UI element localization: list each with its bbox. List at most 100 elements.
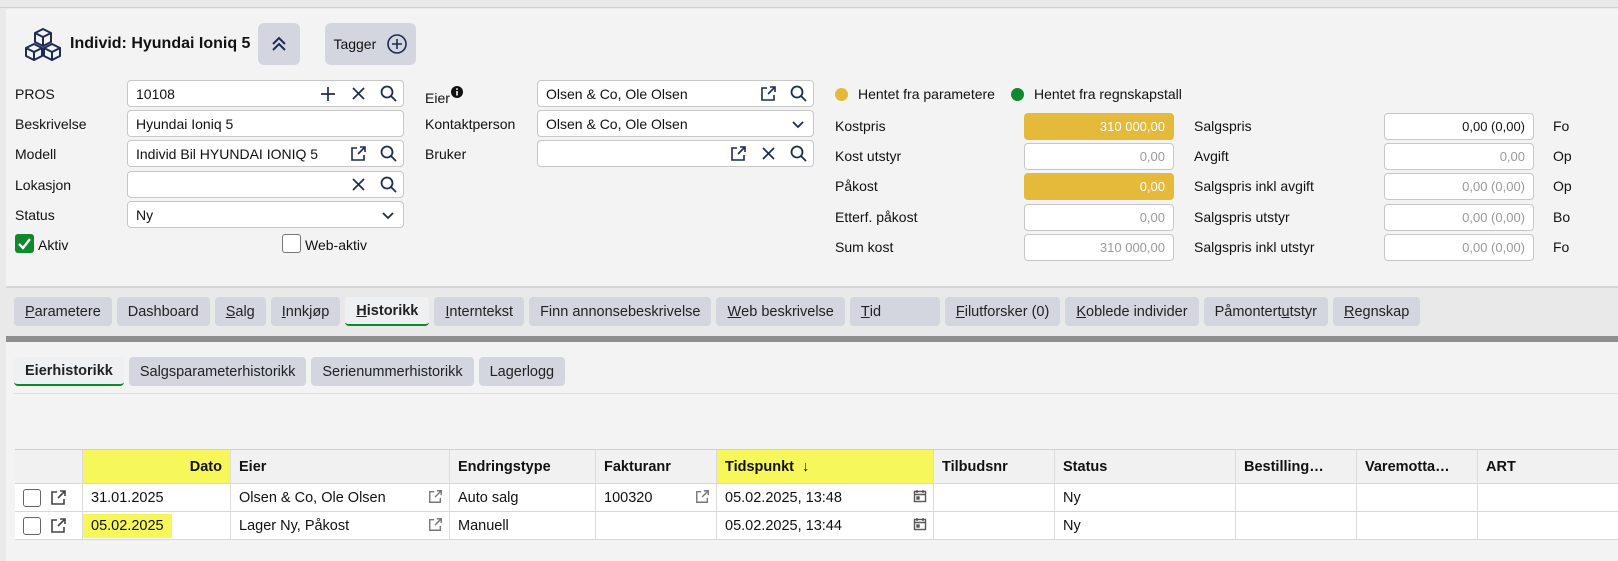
bruker-field[interactable]	[537, 140, 814, 167]
open-external-icon[interactable]	[50, 489, 67, 506]
table-row[interactable]: 05.02.2025 Lager Ny, Påkost Manuell 05.0…	[15, 512, 1618, 540]
search-icon[interactable]	[783, 81, 813, 106]
subtab-salgsparameterhistorikk[interactable]: Salgsparameterhistorikk	[128, 357, 307, 386]
salgspris-inkl-utstyr-label: Salgspris inkl utstyr	[1194, 239, 1315, 255]
salgspris-label: Salgspris	[1194, 118, 1252, 134]
tab-koblede-individer[interactable]: Koblede individer	[1065, 297, 1199, 326]
tab-tid[interactable]: Tid	[849, 297, 940, 326]
aktiv-label: Aktiv	[38, 237, 69, 253]
chevron-down-icon[interactable]	[373, 202, 403, 227]
etterf-pakost-field[interactable]: 0,00	[1024, 204, 1174, 231]
open-external-icon[interactable]	[50, 517, 67, 534]
status-value: Ny	[136, 206, 154, 223]
cell-art	[1478, 484, 1618, 511]
search-icon[interactable]	[373, 172, 403, 197]
tab-salg[interactable]: Salg	[214, 297, 266, 326]
chevron-down-icon[interactable]	[783, 111, 813, 136]
column-header-eier[interactable]: Eier	[231, 450, 450, 483]
subtab-eierhistorikk[interactable]: Eierhistorikk	[14, 357, 124, 386]
beskrivelse-value: Hyundai Ioniq 5	[136, 115, 234, 132]
tab-parametere[interactable]: Parametere	[14, 297, 112, 326]
table-row[interactable]: 31.01.2025 Olsen & Co, Ole Olsen Auto sa…	[15, 484, 1618, 512]
tab-pamontert-utstyr[interactable]: Påmontert u tstyr	[1203, 297, 1328, 326]
pakost-field[interactable]: 0,00	[1024, 173, 1174, 200]
status-select[interactable]: Ny	[127, 201, 404, 228]
edge-label: Bo	[1553, 209, 1571, 225]
kostutstyr-field[interactable]: 0,00	[1024, 143, 1174, 170]
tab-regnskap[interactable]: Regnskap	[1332, 297, 1421, 326]
search-icon[interactable]	[373, 81, 403, 106]
pros-field[interactable]: 10108	[127, 80, 404, 107]
top-strip	[0, 0, 1618, 8]
subtab-serienummerhistorikk[interactable]: Serienummerhistorikk	[311, 357, 474, 386]
column-header-tidspunkt[interactable]: Tidspunkt ↓	[717, 450, 934, 483]
cell-bestilling	[1236, 484, 1357, 511]
calendar-icon[interactable]	[913, 489, 927, 503]
open-external-icon[interactable]	[428, 517, 443, 532]
kostpris-field[interactable]: 310 000,00	[1024, 113, 1174, 140]
row-actions	[15, 484, 83, 511]
open-external-icon[interactable]	[753, 81, 783, 106]
open-external-icon[interactable]	[428, 489, 443, 504]
subtab-lagerlogg[interactable]: Lagerlogg	[478, 357, 566, 386]
page-title: Individ: Hyundai Ioniq 5	[70, 35, 251, 52]
modell-label: Modell	[15, 146, 57, 162]
row-checkbox[interactable]	[23, 516, 41, 535]
row-checkbox[interactable]	[23, 488, 41, 507]
plus-circle-icon	[387, 34, 408, 54]
lokasjon-field[interactable]	[127, 171, 404, 198]
tab-finn-annonsebeskrivelse[interactable]: Finn annonsebeskrivelse	[529, 297, 712, 326]
salgspris-utstyr-field[interactable]: 0,00 (0,00)	[1384, 204, 1534, 231]
pakost-label: Påkost	[835, 178, 878, 194]
search-icon[interactable]	[373, 141, 403, 166]
salgspris-inkl-avgift-field[interactable]: 0,00 (0,00)	[1384, 173, 1534, 200]
clear-icon[interactable]	[753, 141, 783, 166]
aktiv-checkbox[interactable]	[15, 234, 34, 253]
main-tabs: Parametere Dashboard Salg Innkjøp Histor…	[14, 297, 1421, 326]
search-icon[interactable]	[783, 141, 813, 166]
column-header-tilbudsnr[interactable]: Tilbudsnr	[934, 450, 1055, 483]
clear-icon[interactable]	[343, 81, 373, 106]
webaktiv-checkbox[interactable]	[282, 234, 301, 253]
tab-historikk[interactable]: Historikk	[345, 297, 430, 326]
column-header-varemottak[interactable]: Varemotta…	[1357, 450, 1478, 483]
tag-button[interactable]: Tagger	[325, 23, 417, 65]
tab-interntekst[interactable]: Interntekst	[434, 297, 525, 326]
calendar-icon[interactable]	[913, 517, 927, 531]
avgift-field[interactable]: 0,00	[1384, 143, 1534, 170]
beskrivelse-label: Beskrivelse	[15, 116, 87, 132]
tab-innkjop[interactable]: Innkjøp	[270, 297, 341, 326]
beskrivelse-field[interactable]: Hyundai Ioniq 5	[127, 110, 404, 137]
modell-field[interactable]: Individ Bil HYUNDAI IONIQ 5	[127, 140, 404, 167]
cell-tidspunkt: 05.02.2025, 13:44	[717, 512, 934, 539]
kontaktperson-value: Olsen & Co, Ole Olsen	[546, 115, 688, 132]
tab-dashboard[interactable]: Dashboard	[116, 297, 210, 326]
tab-web-beskrivelse[interactable]: Web beskrivelse	[716, 297, 845, 326]
title-row: Individ: Hyundai Ioniq 5 Tagger	[24, 23, 417, 65]
cell-tilbudsnr	[934, 512, 1055, 539]
column-header-status[interactable]: Status	[1055, 450, 1236, 483]
column-header-fakturanr[interactable]: Fakturanr	[596, 450, 717, 483]
open-external-icon[interactable]	[695, 489, 710, 504]
column-header-art[interactable]: ART	[1478, 450, 1618, 483]
cell-varemottak	[1357, 512, 1478, 539]
cell-dato: 05.02.2025	[83, 512, 231, 539]
row-actions	[15, 512, 83, 539]
open-external-icon[interactable]	[723, 141, 753, 166]
eier-field[interactable]: Olsen & Co, Ole Olsen	[537, 80, 814, 107]
webaktiv-label: Web-aktiv	[305, 237, 367, 253]
legend-regnskap: Hentet fra regnskapstall	[1011, 86, 1182, 102]
cell-endringstype: Manuell	[450, 512, 596, 539]
column-header-dato[interactable]: Dato	[83, 450, 231, 483]
column-header-bestilling[interactable]: Bestilling…	[1236, 450, 1357, 483]
clear-icon[interactable]	[343, 172, 373, 197]
legend-regnskap-label: Hentet fra regnskapstall	[1034, 86, 1182, 102]
column-header-endringstype[interactable]: Endringstype	[450, 450, 596, 483]
tab-filutforsker[interactable]: Filutforsker (0)	[944, 297, 1061, 326]
salgspris-field[interactable]: 0,00 (0,00)	[1384, 113, 1534, 140]
kontaktperson-select[interactable]: Olsen & Co, Ole Olsen	[537, 110, 814, 137]
plus-icon[interactable]	[313, 81, 343, 106]
open-external-icon[interactable]	[343, 141, 373, 166]
collapse-button[interactable]	[258, 23, 301, 65]
edge-label: Fo	[1553, 239, 1570, 255]
